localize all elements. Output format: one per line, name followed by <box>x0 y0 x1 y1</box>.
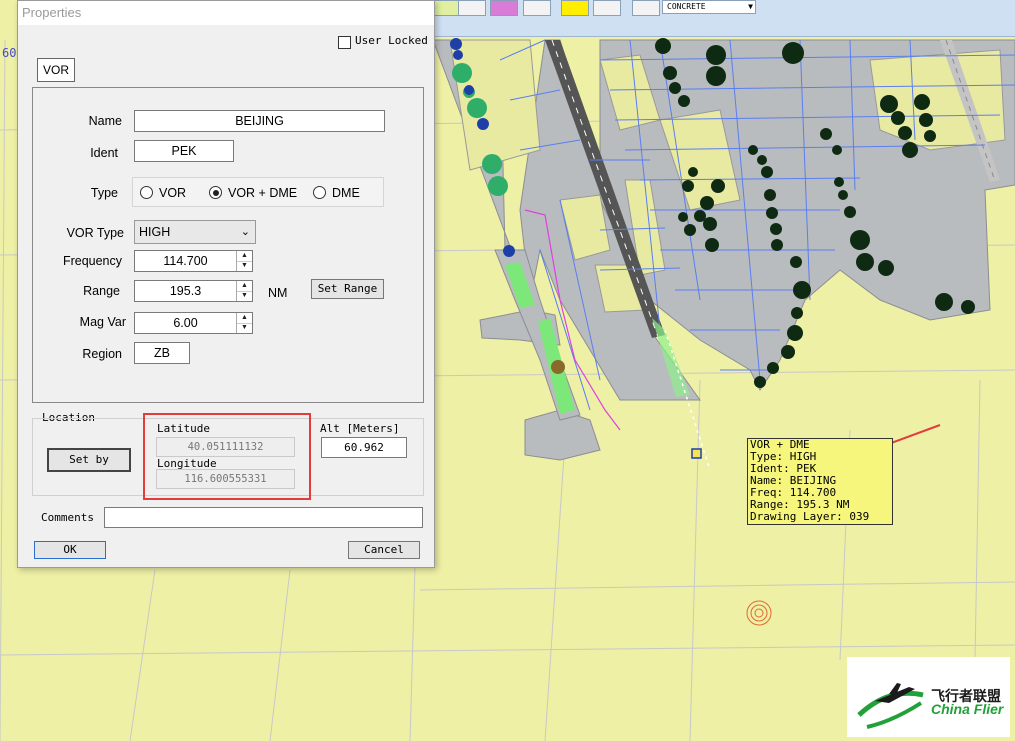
dialog-title: Properties <box>22 5 82 20</box>
radio-vor[interactable] <box>140 186 153 199</box>
chevron-down-icon: ▼ <box>748 2 753 11</box>
user-locked-label: User Locked <box>355 34 428 47</box>
target-icon[interactable] <box>746 600 772 626</box>
radio-vor-dme-label: VOR + DME <box>228 186 298 200</box>
range-value: 195.3 <box>169 284 202 298</box>
range-label: Range <box>83 284 120 298</box>
radio-dme-label: DME <box>332 186 360 200</box>
region-field[interactable]: ZB <box>134 342 190 364</box>
chinaflier-logo: 飞行者联盟 China Flier <box>847 657 1010 737</box>
user-locked-checkbox[interactable] <box>338 36 351 49</box>
toolbar-button-7[interactable] <box>632 0 660 16</box>
toolbar-button-3[interactable] <box>490 0 518 16</box>
ident-field[interactable]: PEK <box>134 140 234 162</box>
tooltip-line: Drawing Layer: 039 <box>750 510 870 523</box>
airplane-logo-icon <box>857 683 924 729</box>
spin-down-icon[interactable]: ▼ <box>237 291 252 301</box>
range-unit: NM <box>268 286 288 300</box>
vor-type-value: HIGH <box>139 225 171 239</box>
highlight-box <box>143 413 311 500</box>
toolbar-button-2[interactable] <box>458 0 486 16</box>
type-label: Type <box>90 186 118 200</box>
radio-vor-dme[interactable] <box>209 186 222 199</box>
radio-dme[interactable] <box>313 186 326 199</box>
dialog-titlebar[interactable]: Properties <box>18 1 434 25</box>
toolbar-button-4[interactable] <box>523 0 551 16</box>
cancel-button[interactable]: Cancel <box>348 541 420 559</box>
spin-down-icon[interactable]: ▼ <box>237 261 252 271</box>
set-range-button[interactable]: Set Range <box>311 279 384 299</box>
logo-en-text: China Flier <box>931 701 1004 717</box>
magvar-value: 6.00 <box>173 316 198 330</box>
altitude-field[interactable]: 60.962 <box>321 437 407 458</box>
vor-type-select[interactable]: HIGH ⌄ <box>134 220 256 244</box>
ident-label: Ident <box>90 146 118 160</box>
toolbar-button-5[interactable] <box>561 0 589 16</box>
vor-tooltip: VOR + DME Type: HIGH Ident: PEK Name: BE… <box>747 438 893 525</box>
comments-label: Comments <box>41 511 94 524</box>
radio-vor-label: VOR <box>159 186 187 200</box>
toolbar-button-6[interactable] <box>593 0 621 16</box>
marker-brown <box>551 360 565 374</box>
name-field[interactable]: BEIJING <box>134 110 385 132</box>
surface-combo[interactable]: CONCRETE ▼ <box>662 0 756 14</box>
chevron-down-icon: ⌄ <box>240 226 250 238</box>
comments-field[interactable] <box>104 507 423 528</box>
vor-symbol[interactable] <box>691 448 702 459</box>
set-by-button[interactable]: Set by <box>47 448 131 472</box>
region-label: Region <box>82 347 122 361</box>
frequency-value: 114.700 <box>163 254 208 268</box>
tab-vor[interactable]: VOR <box>37 58 75 82</box>
frequency-label: Frequency <box>62 254 122 268</box>
magvar-spinner[interactable]: 6.00 ▲ ▼ <box>134 312 253 334</box>
surface-combo-value: CONCRETE <box>667 2 706 11</box>
magvar-label: Mag Var <box>79 315 126 329</box>
spin-down-icon[interactable]: ▼ <box>237 323 252 333</box>
altitude-label: Alt [Meters] <box>320 422 400 435</box>
range-spinner[interactable]: 195.3 ▲ ▼ <box>134 280 253 302</box>
ok-button[interactable]: OK <box>34 541 106 559</box>
frequency-spinner[interactable]: 114.700 ▲ ▼ <box>134 250 253 272</box>
coord-hint: 60 <box>2 46 17 60</box>
name-label: Name <box>88 114 122 128</box>
vor-type-label: VOR Type <box>66 226 124 240</box>
